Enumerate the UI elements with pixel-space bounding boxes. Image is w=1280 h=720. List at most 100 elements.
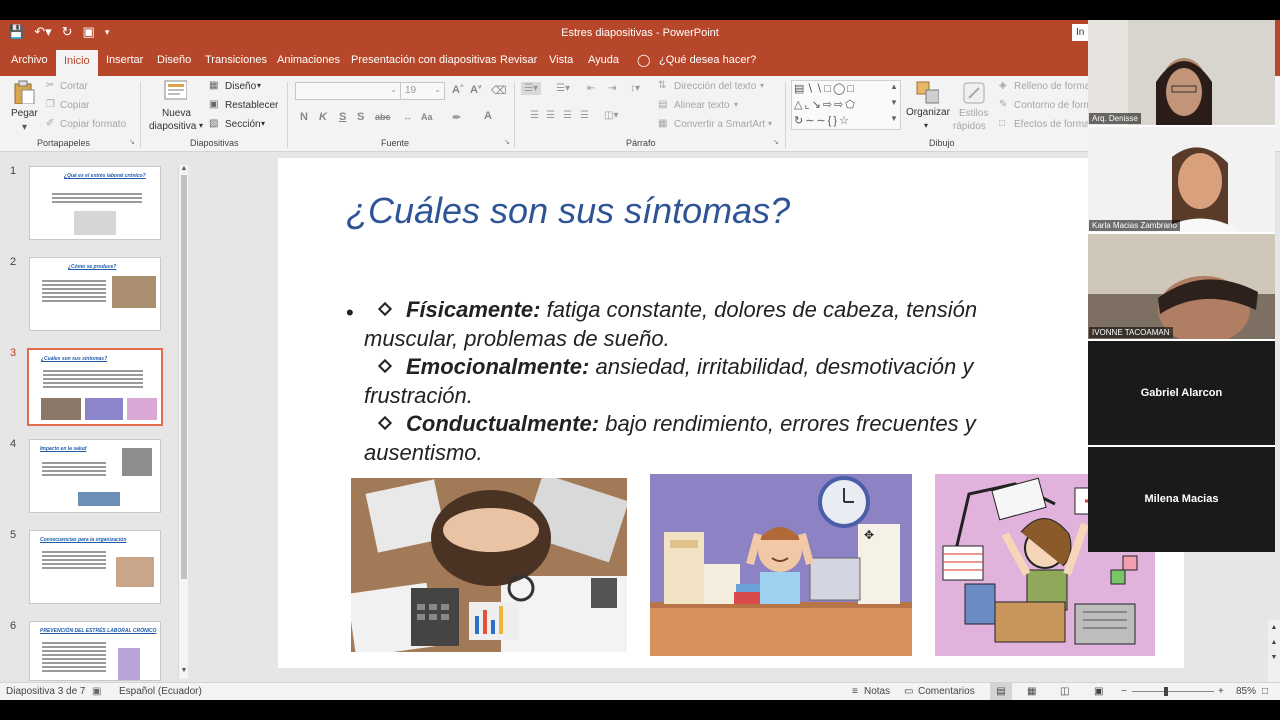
italic-button[interactable]: K — [319, 111, 327, 123]
shapes-more-icon[interactable]: ▼ — [890, 114, 898, 123]
slide-canvas[interactable]: ¿Cuáles son sus síntomas? • Físicamente:… — [278, 158, 1184, 668]
tab-vista[interactable]: Vista — [549, 54, 573, 66]
scroll-up-icon[interactable]: ▲ — [179, 165, 189, 172]
scroll-up-icon[interactable]: ▲ — [1268, 620, 1280, 635]
align-left-icon[interactable]: ☰ — [530, 110, 539, 121]
align-text-icon[interactable]: ▤ — [658, 99, 667, 110]
bullets-icon[interactable]: ☰▾ — [521, 82, 541, 95]
spacing-icon[interactable]: ↔ — [403, 112, 412, 122]
cut-icon[interactable]: ✂ — [46, 80, 54, 91]
change-case-button[interactable]: Aa — [421, 112, 433, 122]
copy-icon[interactable]: ❐ — [46, 99, 55, 110]
shape-fill-button[interactable]: Relleno de forma — [1014, 81, 1090, 92]
new-slide-dropdown-icon[interactable]: ▾ — [199, 121, 203, 130]
reading-view-icon[interactable]: ◫ — [1060, 686, 1069, 697]
align-text-dropdown-icon[interactable]: ▾ — [734, 100, 738, 109]
smartart-button[interactable]: Convertir a SmartArt — [674, 119, 765, 130]
notes-icon[interactable]: ≡ — [852, 686, 858, 697]
bold-button[interactable]: N — [300, 111, 308, 123]
arrange-button[interactable]: Organizar — [906, 107, 950, 118]
slide-thumbnail-3[interactable]: ¿Cuáles son sus síntomas? — [27, 348, 163, 426]
paragraph-launcher-icon[interactable]: ↘ — [773, 138, 779, 146]
participant-tile[interactable]: Gabriel Alarcon — [1088, 341, 1275, 445]
slideshow-view-icon[interactable]: ▣ — [1094, 686, 1103, 697]
participant-tile[interactable]: Karla Macias Zambrano — [1088, 127, 1275, 232]
quick-styles-icon[interactable] — [961, 80, 985, 104]
section-icon[interactable]: ▧ — [209, 118, 218, 129]
shape-effects-button[interactable]: Efectos de forma — [1014, 119, 1090, 130]
clear-format-icon[interactable]: ⌫ — [491, 84, 507, 97]
normal-view-icon[interactable]: ▤ — [990, 683, 1012, 700]
decrease-indent-icon[interactable]: ⇤ — [587, 83, 595, 94]
new-slide-icon[interactable] — [163, 79, 187, 103]
arrange-dropdown-icon[interactable]: ▾ — [924, 121, 928, 130]
shapes-scroll-down-icon[interactable]: ▼ — [890, 98, 898, 107]
layout-button[interactable]: Diseño — [225, 81, 256, 92]
quick-styles-label-2[interactable]: rápidos — [953, 121, 986, 132]
increase-font-icon[interactable]: A^ — [452, 84, 463, 96]
new-slide-label-2[interactable]: diapositiva — [149, 121, 196, 132]
tab-archivo[interactable]: Archivo — [11, 54, 48, 66]
language-label[interactable]: Español (Ecuador) — [119, 686, 202, 697]
reset-button[interactable]: Restablecer — [225, 100, 278, 111]
participant-tile[interactable]: Arq. Denisse — [1088, 20, 1275, 125]
slide-scrollbar[interactable]: ▲ ▲ ▼ — [1268, 620, 1280, 682]
layout-dropdown-icon[interactable]: ▾ — [257, 81, 261, 90]
font-size-combo[interactable]: 19 ⌄ — [400, 82, 445, 100]
numbering-icon[interactable]: ☰▾ — [556, 83, 570, 94]
shadow-button[interactable]: S — [357, 111, 364, 123]
comments-button[interactable]: Comentarios — [918, 686, 975, 697]
slide-thumbnail-5[interactable]: Consecuencias para la organización — [29, 530, 161, 604]
office-stress-illustration[interactable] — [650, 474, 912, 656]
zoom-level[interactable]: 85% — [1236, 686, 1256, 697]
line-spacing-icon[interactable]: ↕▾ — [630, 83, 640, 94]
arrange-icon[interactable] — [915, 80, 939, 104]
align-text-button[interactable]: Alinear texto — [674, 100, 730, 111]
tab-revisar[interactable]: Revisar — [500, 54, 537, 66]
tab-transiciones[interactable]: Transiciones — [205, 54, 267, 66]
copy-button[interactable]: Copiar — [60, 100, 89, 111]
tell-me-search[interactable]: ¿Qué desea hacer? — [659, 54, 756, 66]
format-painter-button[interactable]: Copiar formato — [60, 119, 126, 130]
section-dropdown-icon[interactable]: ▾ — [261, 119, 265, 128]
participant-tile[interactable]: IVONNE TACOAMAN — [1088, 234, 1275, 339]
zoom-slider-thumb[interactable] — [1164, 687, 1168, 696]
slide-thumbnail-2[interactable]: ¿Cómo se produce? — [29, 257, 161, 331]
clipboard-launcher-icon[interactable]: ↘ — [129, 138, 135, 146]
section-button[interactable]: Sección — [225, 119, 261, 130]
tab-inicio[interactable]: Inicio — [56, 50, 98, 76]
slide-title[interactable]: ¿Cuáles son sus síntomas? — [346, 190, 790, 232]
shapes-gallery[interactable]: ▤∖∖□◯□ △⌞↘⇨⇨⬠ ↻∼∼{}☆ — [791, 80, 901, 130]
text-direction-dropdown-icon[interactable]: ▾ — [760, 81, 764, 90]
justify-icon[interactable]: ☰ — [580, 110, 589, 121]
tab-ayuda[interactable]: Ayuda — [588, 54, 619, 66]
thumbnails-scrollbar[interactable]: ▲ ▼ — [178, 165, 188, 679]
columns-icon[interactable]: ◫▾ — [604, 110, 618, 121]
text-direction-icon[interactable]: ⇅ — [658, 80, 666, 91]
cut-button[interactable]: Cortar — [60, 81, 88, 92]
slide-sorter-icon[interactable]: ▦ — [1027, 686, 1036, 697]
smartart-dropdown-icon[interactable]: ▾ — [768, 119, 772, 128]
tab-animaciones[interactable]: Animaciones — [277, 54, 340, 66]
increase-indent-icon[interactable]: ⇥ — [608, 83, 616, 94]
paste-button[interactable]: Pegar — [11, 108, 38, 119]
scroll-down-icon[interactable]: ▼ — [179, 667, 189, 674]
slide-thumbnail-6[interactable]: PREVENCIÓN DEL ESTRÉS LABORAL CRÓNICO — [29, 621, 161, 681]
stressed-worker-photo[interactable] — [351, 478, 627, 652]
shapes-scroll-up-icon[interactable]: ▲ — [890, 82, 898, 91]
paste-icon[interactable] — [12, 80, 36, 104]
underline-button[interactable]: S — [339, 111, 346, 123]
shape-effects-icon[interactable]: □ — [999, 118, 1005, 129]
font-name-combo[interactable]: ⌄ — [295, 82, 401, 100]
text-direction-button[interactable]: Dirección del texto — [674, 81, 756, 92]
zoom-in-button[interactable]: + — [1218, 686, 1224, 697]
decrease-font-icon[interactable]: Av — [470, 84, 481, 96]
slide-body-text[interactable]: Físicamente: fatiga constante, dolores d… — [364, 296, 1054, 468]
font-color-icon[interactable]: A — [484, 110, 492, 122]
slide-thumbnail-4[interactable]: Impacto en la salud — [29, 439, 161, 513]
reset-icon[interactable]: ▣ — [209, 99, 218, 110]
comments-icon[interactable]: ▭ — [904, 686, 913, 697]
format-painter-icon[interactable]: ✐ — [46, 118, 54, 129]
strikethrough-button[interactable]: abc — [375, 112, 391, 122]
tab-diseno[interactable]: Diseño — [157, 54, 191, 66]
